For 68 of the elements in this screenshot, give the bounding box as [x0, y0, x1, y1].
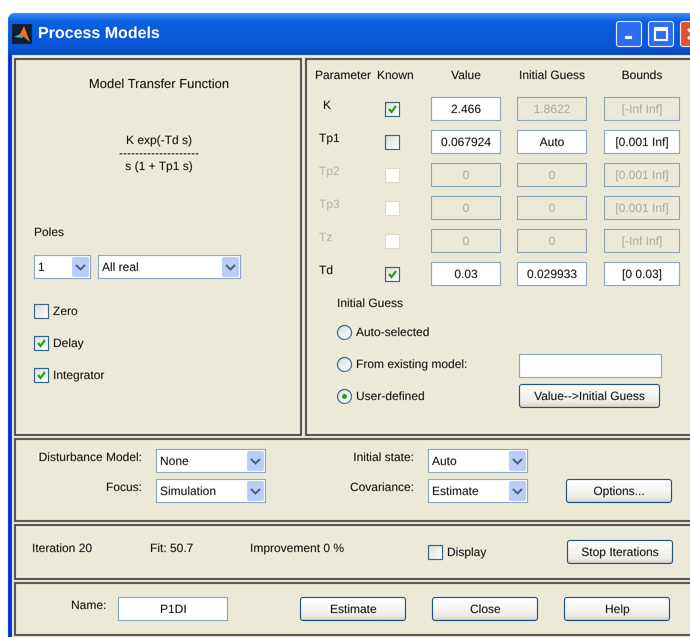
radio-button[interactable] [337, 356, 352, 372]
setting-label: Initial state: [353, 449, 415, 464]
pole-count-dropdown[interactable]: 1 [34, 255, 91, 279]
transfer-function-heading: Model Transfer Function [88, 76, 230, 91]
model-name-field[interactable] [519, 354, 662, 378]
known-checkbox[interactable] [385, 134, 400, 150]
initial-guess-field[interactable]: Auto [517, 130, 587, 154]
column-header: Known [377, 68, 414, 82]
stop-iterations-button[interactable]: Stop Iterations [567, 540, 673, 564]
radio-button[interactable] [337, 324, 352, 340]
copy-value-button[interactable]: Value-->Initial Guess [519, 384, 660, 408]
window-title: Process Models [38, 25, 161, 43]
transfer-function-numerator: K exp(-Td s) [126, 133, 192, 147]
checkbox-label: Zero [53, 304, 78, 318]
bounds-field[interactable]: [0.001 Inf] [604, 130, 680, 154]
radio-label: Auto-selected [356, 325, 430, 339]
known-checkbox[interactable] [385, 102, 400, 116]
bounds-field[interactable]: [0 0.03] [604, 262, 680, 286]
maximize-button[interactable] [648, 21, 674, 47]
setting-label: Disturbance Model: [38, 449, 143, 464]
checkbox[interactable] [34, 336, 49, 350]
checkbox-label: Delay [53, 336, 84, 350]
parameter-name: Td [318, 263, 334, 277]
parameter-name: Tp1 [318, 131, 341, 145]
radio-button[interactable] [337, 388, 352, 404]
value-field[interactable]: 2.466 [431, 97, 501, 121]
app-logo-icon [12, 24, 32, 44]
column-header: Parameter [315, 68, 372, 82]
poles-label: Poles [34, 225, 66, 239]
dialog-button[interactable]: Help [564, 597, 670, 621]
options-button[interactable]: Options... [566, 479, 672, 503]
setting-label: Focus: [106, 479, 143, 494]
value-field[interactable]: 0.067924 [431, 130, 501, 154]
initial-guess-field[interactable]: 0.029933 [517, 262, 587, 286]
name-field[interactable]: P1DI [118, 597, 228, 621]
column-header: Value [450, 68, 482, 82]
parameter-name: Tz [318, 230, 334, 244]
known-checkbox[interactable] [385, 266, 400, 282]
value-field[interactable]: 0.03 [431, 262, 501, 286]
radio-label: User-defined [356, 389, 425, 403]
fit-value: Fit: 50.7 [150, 541, 194, 555]
checkbox[interactable] [34, 304, 49, 318]
initial-guess-heading: Initial Guess [337, 296, 404, 310]
column-header: Initial Guess [518, 68, 586, 82]
display-checkbox[interactable] [428, 544, 443, 560]
setting-dropdown[interactable]: None [156, 449, 266, 473]
maximize-icon[interactable] [654, 27, 668, 41]
column-header: Bounds [620, 68, 664, 82]
setting-dropdown[interactable]: Simulation [156, 479, 266, 503]
checkbox[interactable] [34, 368, 49, 382]
parameter-name: K [322, 98, 332, 112]
setting-label: Covariance: [350, 479, 415, 494]
parameter-name: Tp2 [318, 164, 341, 178]
radio-label: From existing model: [356, 357, 468, 371]
pole-type-dropdown[interactable]: All real [98, 255, 241, 279]
minimize-button[interactable] [616, 21, 642, 47]
dialog-button[interactable]: Close [432, 597, 538, 621]
dashes-label: -------------------- [119, 147, 199, 159]
display-label: Display [447, 545, 488, 559]
parameter-name: Tp3 [318, 197, 341, 211]
transfer-function-denominator: s (1 + Tp1 s) [125, 159, 193, 173]
iteration-count: Iteration 20 [32, 541, 94, 555]
improvement-value: Improvement 0 % [250, 541, 346, 555]
checkbox-label: Integrator [53, 368, 104, 382]
setting-dropdown[interactable]: Estimate [428, 479, 528, 503]
setting-dropdown[interactable]: Auto [428, 449, 528, 473]
dialog-button[interactable]: Estimate [300, 597, 406, 621]
name-label: Name: [71, 598, 106, 612]
